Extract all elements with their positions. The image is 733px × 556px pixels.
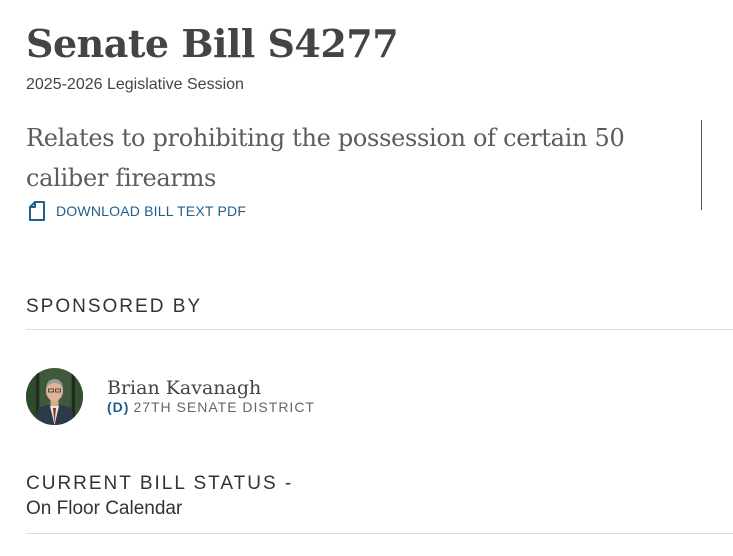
bill-title: Senate Bill S4277 [26, 21, 399, 66]
download-bill-pdf-link[interactable]: DOWNLOAD BILL TEXT PDF [26, 200, 246, 222]
bill-summary: Relates to prohibiting the possession of… [26, 124, 625, 192]
summary-divider [701, 120, 702, 210]
sponsor-info: Brian Kavanagh (D) 27TH SENATE DISTRICT [107, 377, 315, 416]
current-bill-status-heading: CURRENT BILL STATUS - [26, 473, 294, 494]
sponsor-party: (D) [107, 398, 130, 415]
section-divider [26, 533, 733, 534]
sponsored-by-heading: SPONSORED BY [26, 296, 203, 317]
sponsor-avatar[interactable] [26, 367, 83, 425]
sponsor-name-link[interactable]: Brian Kavanagh [107, 377, 315, 399]
bill-summary-block: Relates to prohibiting the possession of… [26, 118, 702, 210]
sponsor-district-label: 27TH SENATE DISTRICT [133, 398, 315, 415]
legislative-session: 2025-2026 Legislative Session [26, 76, 244, 93]
document-icon [26, 200, 48, 222]
download-link-label: DOWNLOAD BILL TEXT PDF [56, 203, 247, 219]
bill-status-value: On Floor Calendar [26, 498, 183, 519]
sponsor-card: Brian Kavanagh (D) 27TH SENATE DISTRICT [26, 367, 315, 425]
sponsor-district: (D) 27TH SENATE DISTRICT [107, 399, 315, 416]
section-divider [26, 329, 733, 330]
